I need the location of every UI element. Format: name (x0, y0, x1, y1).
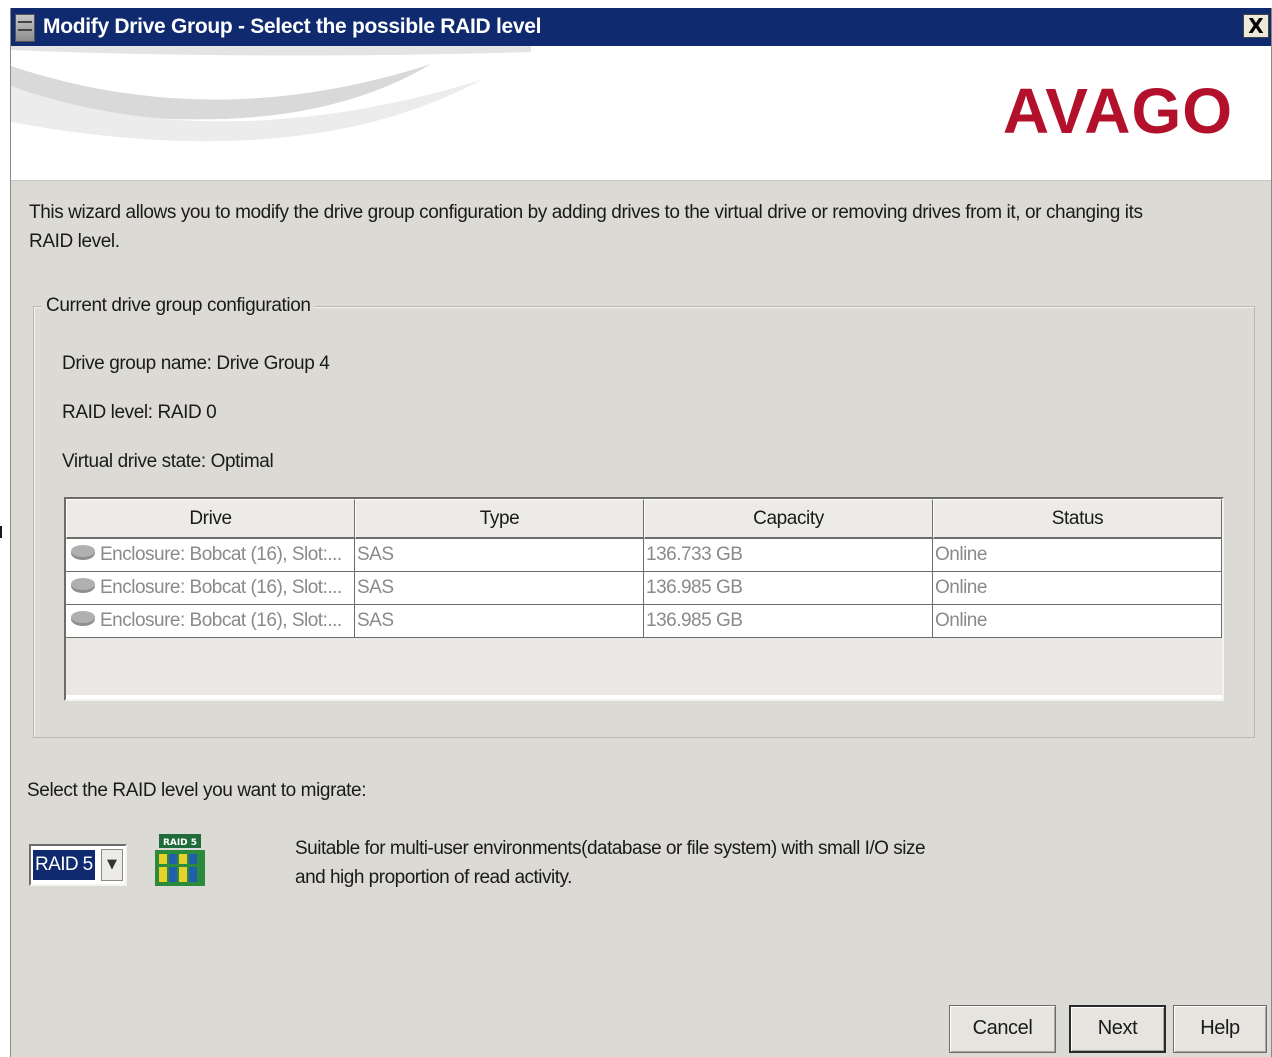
type-cell: SAS (355, 605, 644, 637)
dropdown-arrow-icon[interactable]: ▼ (101, 849, 123, 881)
avago-logo: AVAGO (1002, 75, 1233, 147)
help-button[interactable]: Help (1173, 1005, 1267, 1053)
drive-group-name: Drive group name: Drive Group 4 (62, 353, 330, 374)
wizard-banner: AVAGO (11, 46, 1271, 181)
banner-swoosh-graphic (11, 46, 531, 142)
status-cell: Online (933, 572, 1222, 604)
status-cell: Online (933, 605, 1222, 637)
type-cell: SAS (355, 572, 644, 604)
window-edge-mark (0, 526, 2, 538)
column-header-type[interactable]: Type (355, 499, 644, 539)
modify-drive-group-dialog: Modify Drive Group - Select the possible… (10, 8, 1272, 1057)
table-empty-area (66, 638, 1222, 699)
server-app-icon (15, 14, 35, 42)
column-header-capacity[interactable]: Capacity (644, 499, 933, 539)
raid-5-icon: RAID 5 (155, 834, 205, 886)
drive-name: Enclosure: Bobcat (16), Slot:... (100, 577, 342, 598)
raid-level-current: RAID level: RAID 0 (62, 402, 217, 423)
virtual-drive-state: Virtual drive state: Optimal (62, 451, 274, 472)
current-config-legend: Current drive group configuration (42, 295, 315, 317)
column-header-status[interactable]: Status (933, 499, 1222, 539)
capacity-cell: 136.985 GB (644, 605, 933, 637)
drives-table[interactable]: Drive Type Capacity Status Enclosure: Bo… (64, 497, 1224, 701)
table-row[interactable]: Enclosure: Bobcat (16), Slot:... SAS 136… (66, 539, 1222, 572)
status-cell: Online (933, 539, 1222, 571)
type-cell: SAS (355, 539, 644, 571)
next-button[interactable]: Next (1069, 1005, 1166, 1053)
raid-level-description: Suitable for multi-user environments(dat… (295, 838, 926, 888)
raid-level-selected-value: RAID 5 (33, 850, 95, 880)
close-button[interactable]: X (1243, 14, 1269, 38)
drive-name: Enclosure: Bobcat (16), Slot:... (100, 610, 342, 631)
hard-drive-icon (71, 545, 95, 561)
capacity-cell: 136.733 GB (644, 539, 933, 571)
column-header-drive[interactable]: Drive (66, 499, 355, 539)
drives-table-header: Drive Type Capacity Status (66, 499, 1222, 539)
raid-level-select[interactable]: RAID 5 ▼ (29, 844, 127, 886)
drives-table-body: Enclosure: Bobcat (16), Slot:... SAS 136… (66, 539, 1222, 638)
cancel-button[interactable]: Cancel (949, 1005, 1056, 1053)
window-title: Modify Drive Group - Select the possible… (43, 15, 542, 38)
drive-name: Enclosure: Bobcat (16), Slot:... (100, 544, 342, 565)
table-row[interactable]: Enclosure: Bobcat (16), Slot:... SAS 136… (66, 605, 1222, 638)
title-bar[interactable]: Modify Drive Group - Select the possible… (11, 8, 1271, 46)
capacity-cell: 136.985 GB (644, 572, 933, 604)
hard-drive-icon (71, 611, 95, 627)
table-row[interactable]: Enclosure: Bobcat (16), Slot:... SAS 136… (66, 572, 1222, 605)
raid-5-icon-caption: RAID 5 (163, 838, 197, 848)
wizard-intro-text: This wizard allows you to modify the dri… (29, 202, 1143, 252)
hard-drive-icon (71, 578, 95, 594)
migrate-label: Select the RAID level you want to migrat… (27, 780, 367, 801)
drive-cell: Enclosure: Bobcat (16), Slot:... (66, 539, 355, 571)
drive-cell: Enclosure: Bobcat (16), Slot:... (66, 572, 355, 604)
current-config-group: Current drive group configuration Drive … (33, 295, 1255, 738)
drive-cell: Enclosure: Bobcat (16), Slot:... (66, 605, 355, 637)
